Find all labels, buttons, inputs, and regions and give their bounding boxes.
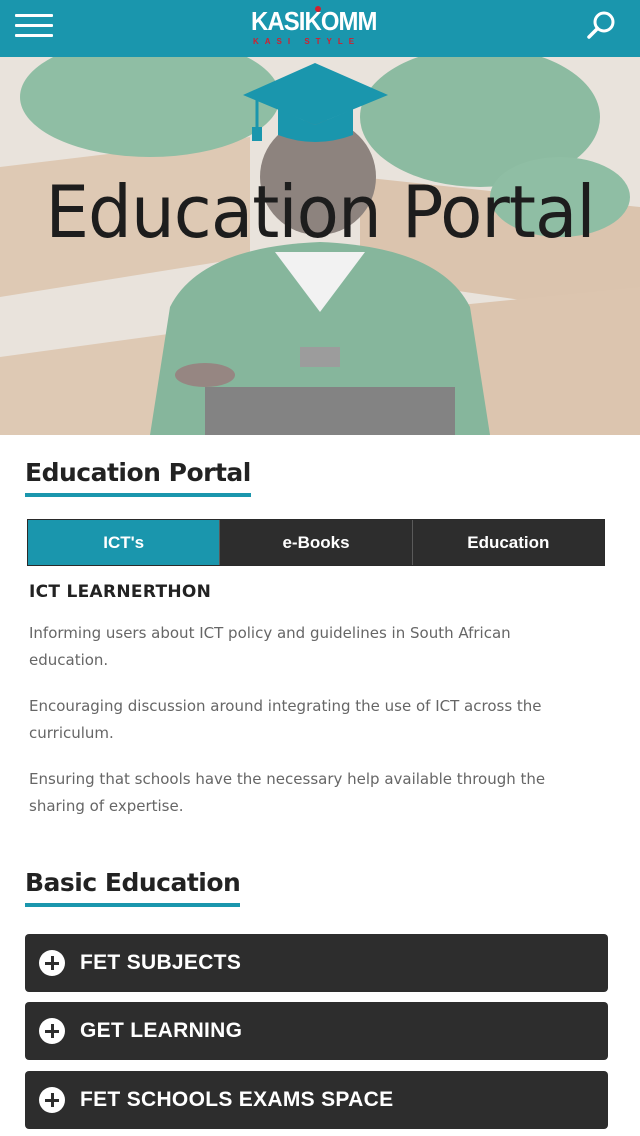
plus-icon [39, 1018, 65, 1044]
accordion-label: FET SCHOOLS EXAMS SPACE [80, 1088, 394, 1111]
accordion-label: FET SUBJECTS [80, 951, 242, 974]
tab-content-paragraph: Informing users about ICT policy and gui… [29, 624, 511, 669]
portal-tabs: ICT's e-Books Education [27, 519, 605, 566]
tab-content-paragraph: Ensuring that schools have the necessary… [29, 770, 546, 815]
tab-content-title: ICT LEARNERTHON [29, 582, 212, 602]
section-heading-basic-education: Basic Education [25, 868, 241, 907]
tab-content-paragraph: Encouraging discussion around integratin… [29, 697, 542, 742]
tab-ebooks[interactable]: e-Books [219, 520, 412, 565]
plus-icon [39, 1087, 65, 1113]
hero-banner: Education Portal [0, 57, 640, 435]
site-logo[interactable]: KASIKOMM KASI STYLE [251, 6, 391, 50]
logo-dot [315, 6, 321, 12]
section-heading-education-portal: Education Portal [25, 458, 251, 497]
tab-education[interactable]: Education [411, 520, 604, 565]
accordion-fet-subjects[interactable]: FET SUBJECTS [25, 934, 608, 992]
hamburger-menu-icon[interactable] [15, 12, 53, 44]
search-icon[interactable] [584, 8, 620, 44]
hero-title: Education Portal [45, 170, 595, 254]
plus-icon [39, 950, 65, 976]
top-nav-bar: KASIKOMM KASI STYLE [0, 0, 640, 57]
logo-tagline: KASI STYLE [253, 37, 361, 46]
accordion-fet-schools-exams-space[interactable]: FET SCHOOLS EXAMS SPACE [25, 1071, 608, 1129]
tab-icts[interactable]: ICT's [28, 520, 220, 565]
accordion-get-learning[interactable]: GET LEARNING [25, 1002, 608, 1060]
accordion-label: GET LEARNING [80, 1019, 243, 1042]
graduation-cap-icon [243, 63, 388, 142]
